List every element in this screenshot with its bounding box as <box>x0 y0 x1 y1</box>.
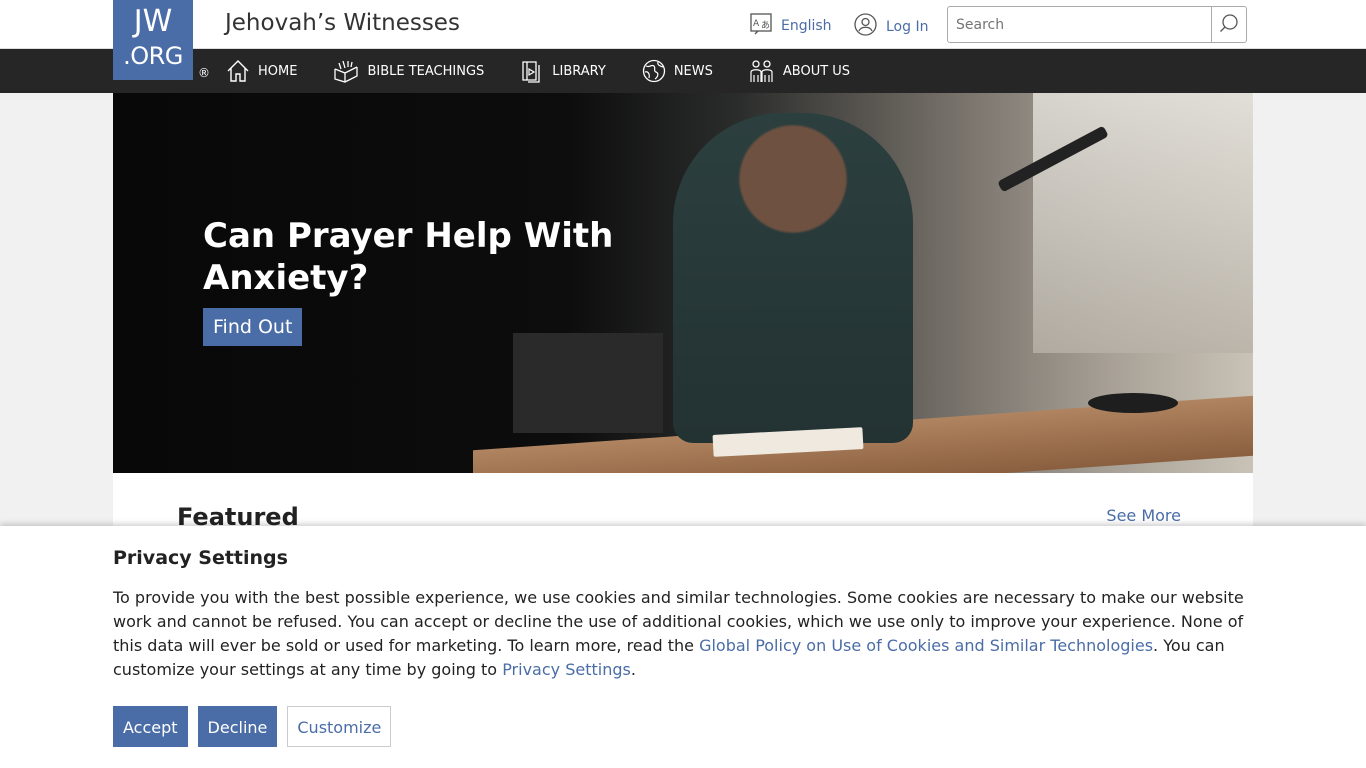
logo-line-1: JW <box>133 4 173 39</box>
find-out-button[interactable]: Find Out <box>203 308 303 346</box>
privacy-text-part-3: . <box>630 660 636 679</box>
see-more-link[interactable]: See More <box>1106 506 1181 525</box>
privacy-title: Privacy Settings <box>113 547 288 569</box>
login-label: Log In <box>886 18 929 35</box>
privacy-settings-link[interactable]: Privacy Settings <box>502 660 631 679</box>
privacy-text: To provide you with the best possible ex… <box>113 586 1258 682</box>
nav-item-bible-teachings[interactable]: BIBLE TEACHINGS <box>333 59 484 83</box>
hero-banner: Can Prayer Help With Anxiety? Find Out <box>113 93 1253 473</box>
language-label: English <box>781 18 832 34</box>
logo-line-2: .ORG <box>123 42 183 70</box>
language-selector[interactable]: A あ English <box>750 13 832 39</box>
bible-icon <box>333 59 359 83</box>
login-link[interactable]: Log In <box>854 13 928 40</box>
hero-title[interactable]: Can Prayer Help With Anxiety? <box>203 215 623 299</box>
nav-label: HOME <box>258 63 298 79</box>
globe-icon <box>642 59 666 83</box>
accept-button[interactable]: Accept <box>113 706 188 747</box>
people-icon <box>749 59 775 83</box>
site-title[interactable]: Jehovah’s Witnesses <box>225 10 460 36</box>
nav-item-home[interactable]: HOME <box>226 59 297 83</box>
nav-label: NEWS <box>673 63 713 79</box>
nav-item-news[interactable]: NEWS <box>642 59 713 83</box>
jw-logo[interactable]: JW .ORG <box>113 0 193 80</box>
search-input[interactable] <box>948 7 1211 42</box>
hero-image-lamp-base <box>1088 393 1178 413</box>
svg-text:あ: あ <box>761 20 770 31</box>
translate-icon: A あ <box>750 13 772 39</box>
nav-label: LIBRARY <box>552 63 606 79</box>
hero-image-window <box>1033 93 1253 353</box>
cookie-policy-link[interactable]: Global Policy on Use of Cookies and Simi… <box>699 636 1153 655</box>
privacy-settings-banner: Privacy Settings To provide you with the… <box>0 526 1366 768</box>
library-icon <box>520 59 544 83</box>
nav-label: BIBLE TEACHINGS <box>367 63 485 79</box>
search-button[interactable] <box>1211 7 1246 42</box>
hero-image-laptop <box>513 333 663 433</box>
home-icon <box>226 59 250 83</box>
registered-mark: ® <box>198 66 210 80</box>
search-icon <box>1219 13 1239 37</box>
nav-item-library[interactable]: LIBRARY <box>520 59 606 83</box>
nav-item-about-us[interactable]: ABOUT US <box>749 59 850 83</box>
nav-label: ABOUT US <box>782 63 851 79</box>
svg-text:A: A <box>753 19 760 29</box>
user-icon <box>854 13 877 40</box>
hero-image-person <box>673 113 913 443</box>
top-header: Jehovah’s Witnesses A あ English Log In <box>0 0 1366 49</box>
customize-button[interactable]: Customize <box>287 706 392 747</box>
decline-button[interactable]: Decline <box>197 706 278 747</box>
search-box <box>947 6 1247 43</box>
